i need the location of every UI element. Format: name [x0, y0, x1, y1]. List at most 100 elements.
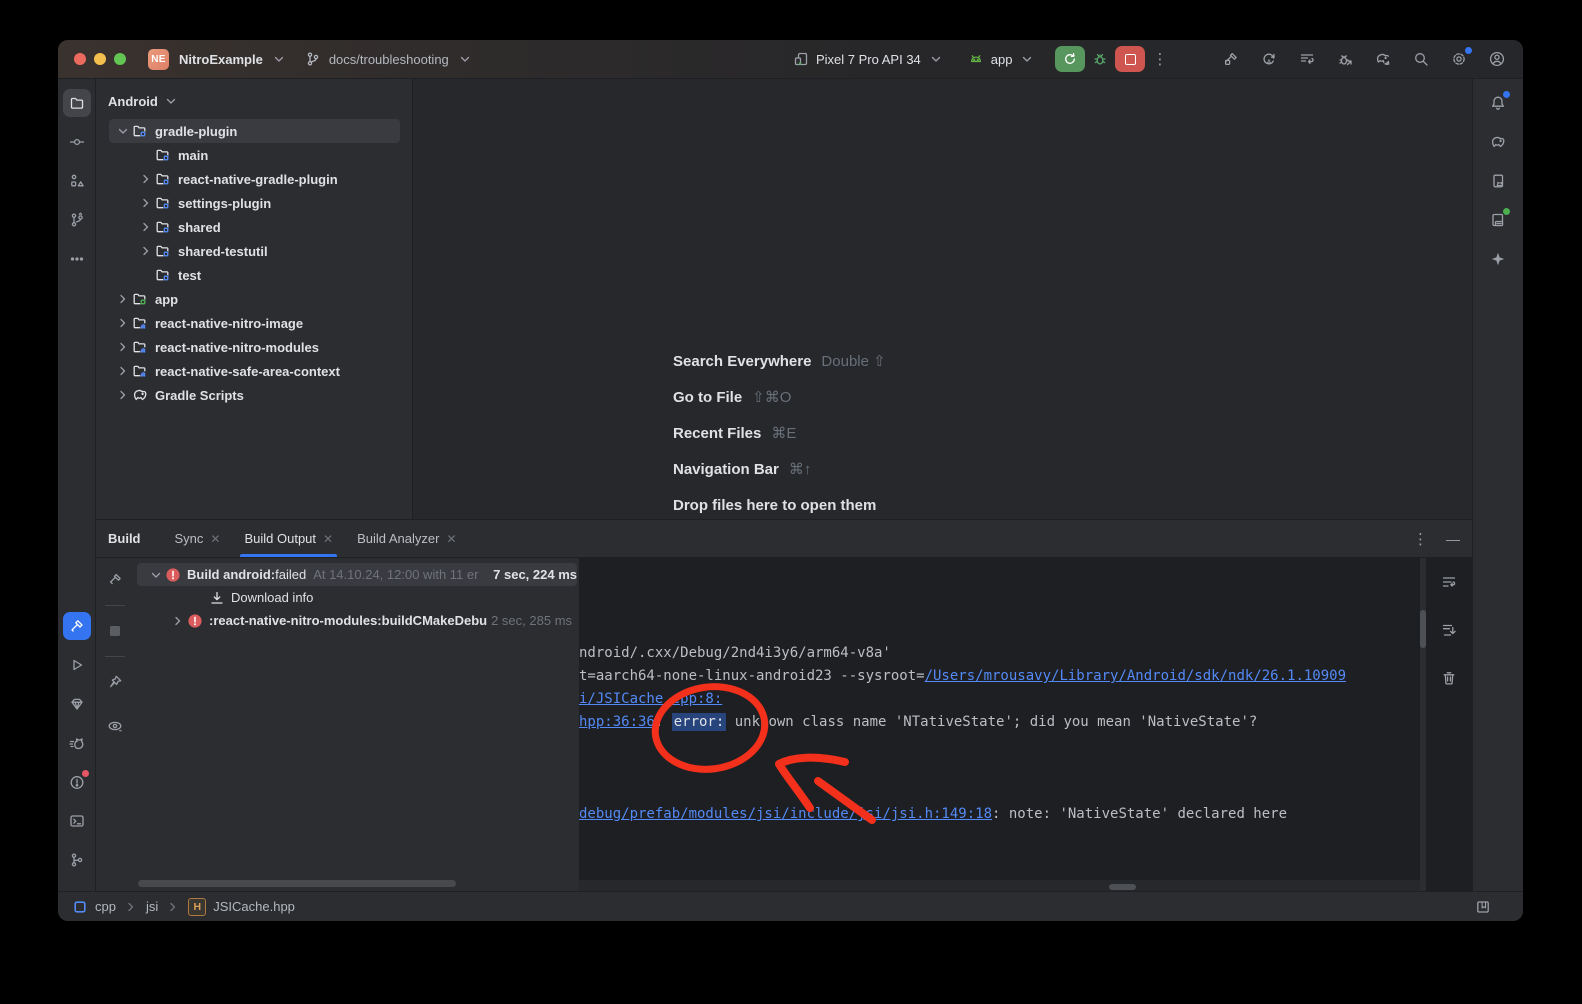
- tree-item-settings-plugin[interactable]: settings-plugin: [109, 191, 400, 215]
- chevron-right-icon[interactable]: [136, 195, 155, 211]
- chevron-down-icon[interactable]: [113, 123, 132, 139]
- chevron-right-icon[interactable]: [113, 387, 132, 403]
- breadcrumb-item[interactable]: JSICache.hpp: [213, 899, 295, 914]
- gradle-sync-icon: [1375, 51, 1391, 67]
- tree-item-gradle-plugin[interactable]: gradle-plugin: [109, 119, 400, 143]
- tree-item-shared[interactable]: shared: [109, 215, 400, 239]
- attach-debugger-button[interactable]: [1331, 45, 1359, 73]
- build-tree-hscrollbar[interactable]: [138, 880, 456, 887]
- run-config-selector[interactable]: app: [991, 52, 1013, 67]
- console-link[interactable]: debug/prefab/modules/jsi/include/jsi/jsi…: [579, 806, 992, 822]
- tool-app-quality-insights[interactable]: [63, 690, 91, 718]
- close-window-button[interactable]: [74, 53, 86, 65]
- shortcut-row: Navigation Bar⌘↑: [673, 451, 886, 487]
- problems-icon: [69, 774, 85, 790]
- sync-gradle-button[interactable]: [1369, 45, 1397, 73]
- close-tab-icon[interactable]: ✕: [323, 532, 333, 546]
- branch-selector[interactable]: docs/troubleshooting: [329, 52, 449, 67]
- pin-icon[interactable]: [107, 667, 123, 697]
- profile-app-button[interactable]: [1293, 45, 1321, 73]
- preview-eye-icon[interactable]: [107, 711, 123, 741]
- project-selector[interactable]: NitroExample: [179, 52, 263, 67]
- project-view-selector[interactable]: Android: [108, 94, 158, 109]
- build-tree-row[interactable]: :react-native-nitro-modules:buildCMakeDe…: [137, 609, 577, 632]
- build-tree-row[interactable]: Build android: failedAt 14.10.24, 12:00 …: [137, 563, 577, 586]
- chevron-right-icon[interactable]: [136, 171, 155, 187]
- chevron-right-icon[interactable]: [113, 291, 132, 307]
- build-project-button[interactable]: [1217, 45, 1245, 73]
- console-link[interactable]: i/JSICache.cpp:8:: [579, 691, 722, 707]
- build-options-button[interactable]: ⋮: [1413, 530, 1428, 548]
- tool-version-control[interactable]: [63, 846, 91, 874]
- build-output-console[interactable]: ndroid/.cxx/Debug/2nd4i3y6/arm64-v8a't=a…: [579, 558, 1420, 893]
- tool-build[interactable]: [63, 612, 91, 640]
- breadcrumb-item[interactable]: cpp: [95, 899, 116, 914]
- tool-notifications[interactable]: [1484, 89, 1512, 117]
- tree-item-label: settings-plugin: [178, 196, 271, 211]
- chevron-right-icon[interactable]: [136, 219, 155, 235]
- tree-item-Gradle Scripts[interactable]: Gradle Scripts: [109, 383, 400, 407]
- tree-item-shared-testutil[interactable]: shared-testutil: [109, 239, 400, 263]
- account-button[interactable]: [1483, 45, 1511, 73]
- project-panel: Android gradle-pluginmainreact-native-gr…: [96, 79, 413, 519]
- tree-item-react-native-nitro-image[interactable]: react-native-nitro-image: [109, 311, 400, 335]
- chevron-right-icon[interactable]: [113, 339, 132, 355]
- module-square-icon: [72, 899, 88, 915]
- search-everywhere-button[interactable]: [1407, 45, 1435, 73]
- tool-run[interactable]: [63, 651, 91, 679]
- minimize-window-button[interactable]: [94, 53, 106, 65]
- tree-item-react-native-gradle-plugin[interactable]: react-native-gradle-plugin: [109, 167, 400, 191]
- close-tab-icon[interactable]: ✕: [446, 532, 456, 546]
- debug-button[interactable]: [1092, 51, 1108, 67]
- tree-item-test[interactable]: test: [109, 263, 400, 287]
- tab-build-analyzer[interactable]: Build Analyzer✕: [345, 520, 468, 557]
- tree-item-app[interactable]: app: [109, 287, 400, 311]
- hide-build-window-button[interactable]: —: [1446, 531, 1460, 547]
- build-filter-hammer-icon[interactable]: [107, 565, 123, 595]
- tool-device-manager[interactable]: [1484, 206, 1512, 234]
- chevron-right-icon[interactable]: [113, 315, 132, 331]
- console-link[interactable]: /Users/mrousavy/Library/Android/sdk/ndk/…: [925, 668, 1346, 684]
- scroll-end-icon[interactable]: [1441, 614, 1457, 646]
- soft-wrap-icon[interactable]: [1441, 566, 1457, 598]
- tab-sync[interactable]: Sync✕: [163, 520, 233, 557]
- chevron-right-icon[interactable]: [136, 243, 155, 259]
- chevron-right-icon[interactable]: [113, 363, 132, 379]
- stop-button[interactable]: [1115, 46, 1145, 72]
- settings-button[interactable]: [1445, 45, 1473, 73]
- build-tree-row[interactable]: Download info: [137, 586, 577, 609]
- console-link[interactable]: hpp:36:36: [579, 714, 655, 730]
- tab-build-output[interactable]: Build Output✕: [232, 520, 345, 557]
- tool-terminal[interactable]: [63, 807, 91, 835]
- tree-item-react-native-nitro-modules[interactable]: react-native-nitro-modules: [109, 335, 400, 359]
- account-icon: [1489, 51, 1505, 67]
- tool-more[interactable]: [63, 245, 91, 273]
- console-text: unknown class name 'NTativeState'; did y…: [726, 714, 1257, 730]
- tree-item-label: react-native-safe-area-context: [155, 364, 340, 379]
- chevron-down-icon[interactable]: [147, 567, 165, 583]
- close-tab-icon[interactable]: ✕: [210, 532, 220, 546]
- tool-structure[interactable]: [63, 167, 91, 195]
- more-actions-button[interactable]: ⋮: [1152, 50, 1167, 68]
- console-hscrollbar[interactable]: [1109, 884, 1136, 890]
- tool-commit[interactable]: [63, 128, 91, 156]
- rerun-button[interactable]: [1055, 46, 1085, 72]
- shortcut-label: Go to File: [673, 389, 742, 406]
- breadcrumb-item[interactable]: jsi: [146, 899, 158, 914]
- tool-running-devices[interactable]: [1484, 167, 1512, 195]
- apply-changes-button[interactable]: A: [1255, 45, 1283, 73]
- tool-problems[interactable]: [63, 768, 91, 796]
- tool-vcs[interactable]: [63, 206, 91, 234]
- trash-icon[interactable]: [1441, 662, 1457, 694]
- device-selector[interactable]: Pixel 7 Pro API 34: [816, 52, 921, 67]
- chevron-right-icon[interactable]: [169, 613, 187, 629]
- zoom-window-button[interactable]: [114, 53, 126, 65]
- tree-item-main[interactable]: main: [109, 143, 400, 167]
- tool-gemini[interactable]: [1484, 245, 1512, 273]
- tool-project[interactable]: [63, 89, 91, 117]
- build-row-label: failed: [275, 567, 306, 582]
- book-icon[interactable]: [1475, 899, 1491, 915]
- tool-gradle[interactable]: [1484, 128, 1512, 156]
- tool-profiler[interactable]: [63, 729, 91, 757]
- tree-item-react-native-safe-area-context[interactable]: react-native-safe-area-context: [109, 359, 400, 383]
